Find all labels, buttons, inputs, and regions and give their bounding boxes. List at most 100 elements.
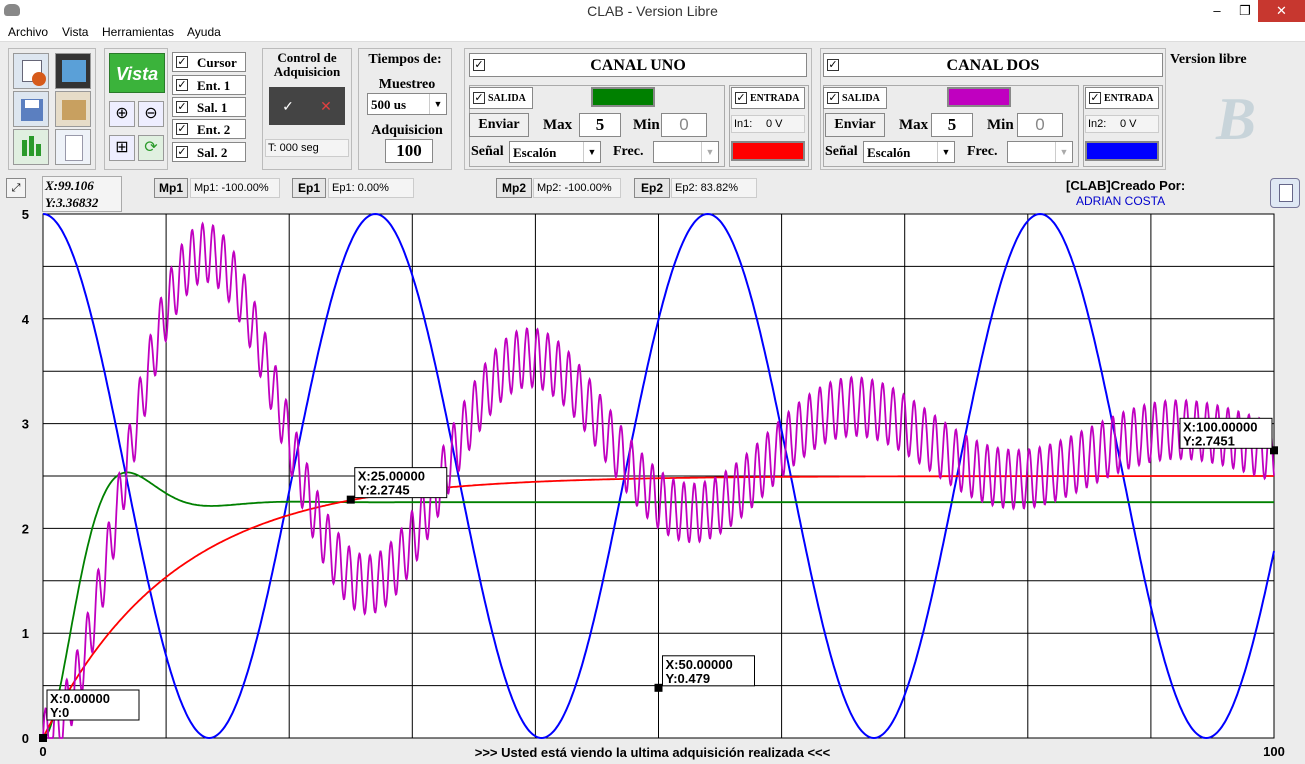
max2-label: Max: [899, 117, 929, 133]
max1-label: Max: [543, 117, 573, 133]
in1-text: In1:: [734, 118, 753, 130]
senal1-select[interactable]: Escalón ▼: [509, 141, 601, 163]
cursor-x: X:99.106: [45, 178, 94, 193]
menu-ayuda[interactable]: Ayuda: [187, 25, 221, 39]
y-tick-label: 0: [22, 731, 29, 746]
y-tick-label: 5: [22, 207, 29, 222]
entrada2-label: ENTRADA: [1104, 93, 1154, 104]
y-tick-label: 1: [22, 626, 29, 641]
annotation-y-label: Y:0.479: [666, 671, 711, 686]
ep1-value: Ep1: 0.00%: [328, 178, 414, 198]
zoom-fit-icon[interactable]: ⊞: [109, 135, 135, 161]
control-panel: Control de Adquisicion ✓ ✕ T: 000 seg: [262, 48, 352, 170]
checkbox-sal2[interactable]: ✓: [176, 146, 188, 158]
status-line: >>> Usted está viendo la ultima adquisic…: [474, 745, 831, 760]
in1-value: 0 V: [766, 118, 783, 130]
enviar1-button[interactable]: Enviar: [469, 113, 529, 137]
checkbox-sal1[interactable]: ✓: [176, 101, 188, 113]
salida2-row[interactable]: ✓ SALIDA: [823, 87, 887, 109]
entrada1-checkbox[interactable]: ✓: [735, 92, 747, 104]
checkbox-cursor[interactable]: ✓: [176, 56, 188, 68]
expand-icon[interactable]: ⤢: [6, 178, 26, 198]
senal2-select[interactable]: Escalón ▼: [863, 141, 955, 163]
zoom-out-icon[interactable]: ⊖: [138, 101, 164, 127]
acquisition-label: Adquisicion: [371, 123, 443, 138]
ep1-button[interactable]: Ep1: [292, 178, 326, 198]
entrada2-color: [1085, 141, 1159, 161]
in2-readout: In2: 0 V: [1085, 115, 1159, 133]
mp1-value: Mp1: -100.00%: [190, 178, 280, 198]
menu-bar: Archivo Vista Herramientas Ayuda: [0, 22, 1305, 42]
sampling-select[interactable]: 500 us ▼: [367, 93, 447, 115]
salida2-checkbox[interactable]: ✓: [827, 92, 839, 104]
start-button[interactable]: ✓: [269, 87, 307, 125]
salida1-label: SALIDA: [488, 93, 526, 104]
check-row-ent2[interactable]: ✓ Ent. 2: [172, 119, 246, 139]
chevron-down-icon: ▼: [1055, 142, 1072, 162]
package-icon[interactable]: [55, 91, 91, 127]
check-label-sal1: Sal. 1: [197, 100, 228, 115]
in2-text: In2:: [1088, 118, 1107, 130]
salida1-row[interactable]: ✓ SALIDA: [469, 87, 533, 109]
frec2-select[interactable]: ▼: [1007, 141, 1073, 163]
restore-button[interactable]: ❐: [1230, 0, 1260, 22]
title-bar: CLAB - Version Libre – ❐ ✕: [0, 0, 1305, 22]
chevron-down-icon: ▼: [429, 94, 446, 114]
entrada1-row[interactable]: ✓ ENTRADA: [731, 87, 805, 109]
menu-herramientas[interactable]: Herramientas: [102, 25, 174, 39]
min2-input[interactable]: 0: [1017, 113, 1063, 137]
enviar2-button[interactable]: Enviar: [825, 113, 885, 137]
min1-label: Min: [633, 117, 660, 133]
close-button[interactable]: ✕: [1258, 0, 1305, 22]
salida1-checkbox[interactable]: ✓: [473, 92, 485, 104]
acquisition-chart[interactable]: 0123450 100X:0.00000Y:0X:25.00000Y:2.2745…: [0, 200, 1305, 764]
mp1-button[interactable]: Mp1: [154, 178, 188, 198]
channel-two-header: ✓ CANAL DOS: [823, 53, 1163, 77]
check-row-ent1[interactable]: ✓ Ent. 1: [172, 75, 246, 95]
vista-button[interactable]: Vista: [109, 53, 165, 93]
floppy-icon[interactable]: [13, 91, 49, 127]
annotation-y-label: Y:0: [50, 705, 69, 720]
max1-input[interactable]: 5: [579, 113, 621, 137]
salida2-label: SALIDA: [842, 93, 880, 104]
frec1-label: Frec.: [613, 144, 644, 159]
chevron-down-icon: ▼: [583, 142, 600, 162]
minimize-button[interactable]: –: [1202, 0, 1232, 22]
in2-value: 0 V: [1120, 118, 1137, 130]
blank-page-icon[interactable]: [55, 129, 91, 165]
check-label-sal2: Sal. 2: [197, 145, 228, 160]
checkbox-ent1[interactable]: ✓: [176, 79, 188, 91]
credit-line1: [CLAB]Creado Por:: [1066, 178, 1186, 193]
save-disk-icon[interactable]: [55, 53, 91, 89]
check-row-sal1[interactable]: ✓ Sal. 1: [172, 97, 246, 117]
check-row-sal2[interactable]: ✓ Sal. 2: [172, 142, 246, 162]
check-label-ent1: Ent. 1: [197, 78, 231, 93]
annotation-y-label: Y:2.7451: [1183, 433, 1235, 448]
min1-input[interactable]: 0: [661, 113, 707, 137]
frec2-label: Frec.: [967, 144, 998, 159]
entrada2-checkbox[interactable]: ✓: [1089, 92, 1101, 104]
senal1-value: Escalón: [513, 145, 557, 160]
mp2-button[interactable]: Mp2: [496, 178, 532, 198]
check-label-ent2: Ent. 2: [197, 122, 231, 137]
view-tools-panel: Vista ⊕ ⊖ ⊞ ⟳: [104, 48, 168, 170]
stop-button[interactable]: ✕: [307, 87, 345, 125]
max2-input[interactable]: 5: [931, 113, 973, 137]
menu-archivo[interactable]: Archivo: [8, 25, 48, 39]
mp2-value: Mp2: -100.00%: [533, 178, 621, 198]
senal1-label: Señal: [471, 144, 504, 159]
timing-title: Tiempos de:: [368, 52, 442, 67]
senal2-label: Señal: [825, 144, 858, 159]
refresh-icon[interactable]: ⟳: [138, 135, 164, 161]
checkbox-ent2[interactable]: ✓: [176, 123, 188, 135]
check-row-cursor[interactable]: ✓ Cursor: [172, 52, 246, 72]
menu-vista[interactable]: Vista: [62, 25, 88, 39]
acquisition-input[interactable]: 100: [385, 139, 433, 163]
frec1-select[interactable]: ▼: [653, 141, 719, 163]
open-icon[interactable]: [13, 53, 49, 89]
zoom-in-icon[interactable]: ⊕: [109, 101, 135, 127]
csv-icon[interactable]: [13, 129, 49, 165]
entrada2-row[interactable]: ✓ ENTRADA: [1085, 87, 1159, 109]
ep2-button[interactable]: Ep2: [634, 178, 670, 198]
file-tools-panel: [8, 48, 96, 170]
